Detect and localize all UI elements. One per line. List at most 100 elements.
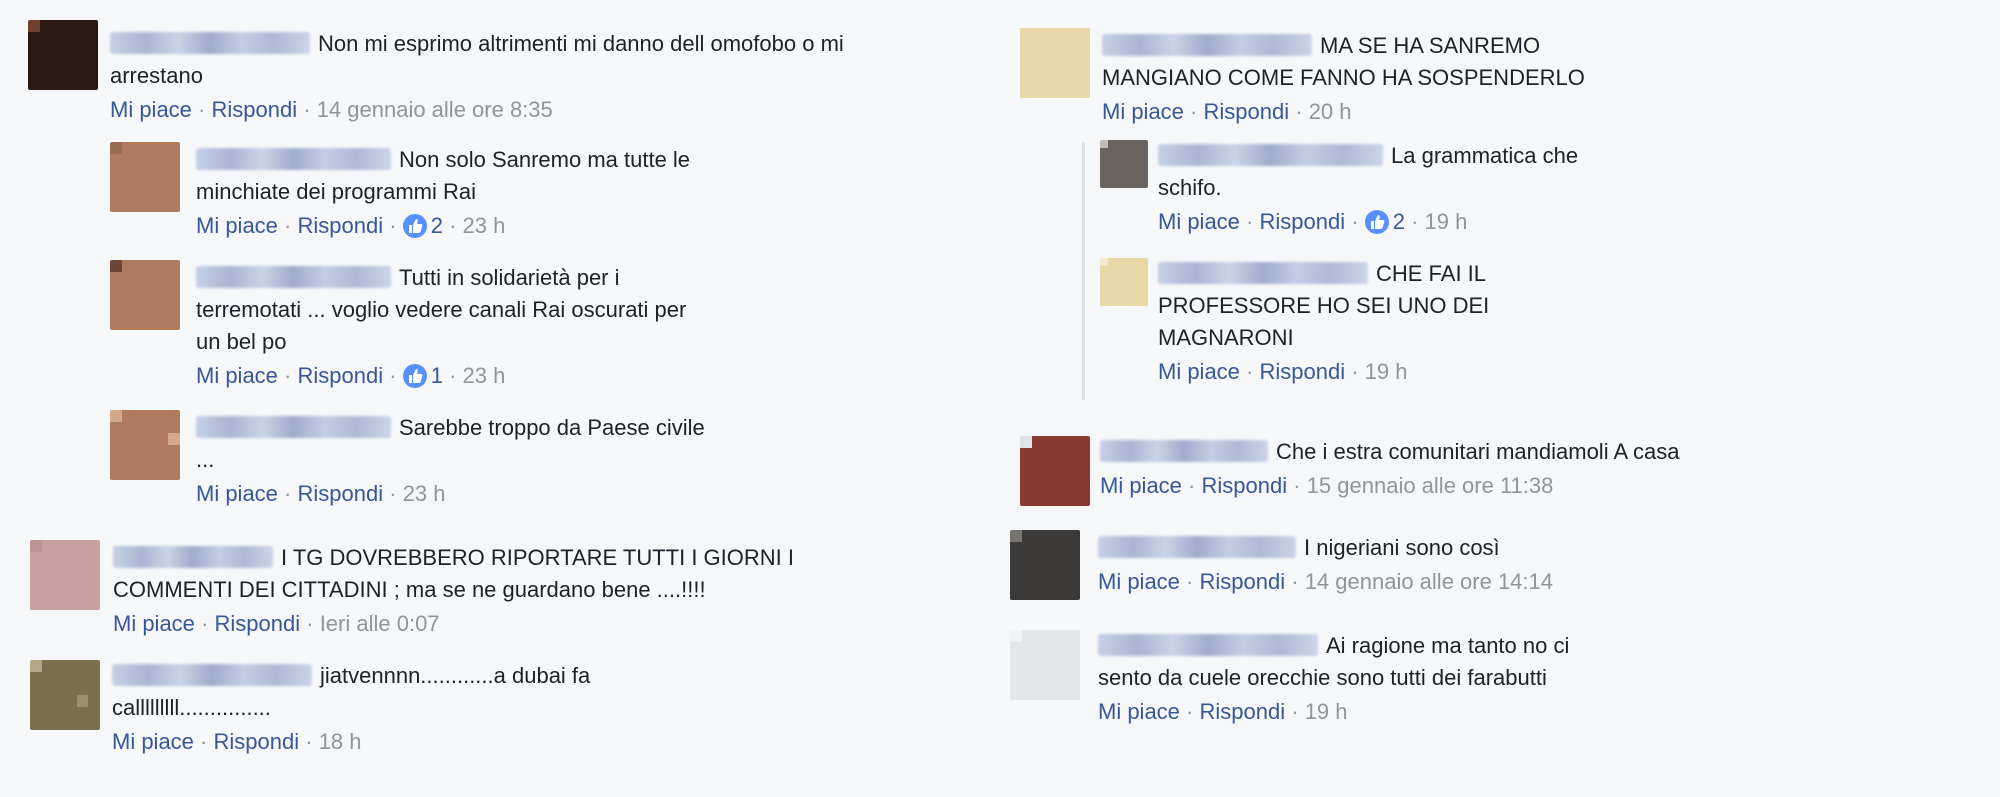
avatar-pixel bbox=[145, 468, 158, 480]
timestamp[interactable]: 19 h bbox=[1305, 699, 1348, 724]
avatar-pixel bbox=[121, 456, 134, 469]
avatar-pixel bbox=[121, 177, 134, 190]
like-link[interactable]: Mi piace bbox=[196, 481, 278, 506]
like-link[interactable]: Mi piace bbox=[112, 729, 194, 754]
reply-link[interactable]: Rispondi bbox=[1202, 473, 1288, 498]
avatar-pixel bbox=[1055, 436, 1068, 449]
avatar-pixel bbox=[30, 598, 43, 610]
commenter-name[interactable] bbox=[1098, 536, 1296, 558]
timestamp[interactable]: 14 gennaio alle ore 14:14 bbox=[1305, 569, 1553, 594]
avatar-pixel bbox=[1031, 482, 1044, 495]
timestamp[interactable]: 15 gennaio alle ore 11:38 bbox=[1307, 473, 1554, 498]
avatar[interactable] bbox=[28, 20, 98, 90]
avatar-pixel bbox=[1056, 541, 1069, 554]
timestamp[interactable]: Ieri alle 0:07 bbox=[320, 611, 440, 636]
reply-link[interactable]: Rispondi bbox=[1200, 569, 1286, 594]
avatar-pixel bbox=[1043, 436, 1056, 449]
avatar-pixel bbox=[28, 78, 41, 90]
reply-link[interactable]: Rispondi bbox=[298, 213, 384, 238]
avatar-pixel bbox=[121, 421, 134, 434]
timestamp[interactable]: 14 gennaio alle ore 8:35 bbox=[317, 97, 553, 122]
avatar-pixel bbox=[88, 540, 100, 553]
like-link[interactable]: Mi piace bbox=[1100, 473, 1182, 498]
avatar[interactable] bbox=[110, 410, 180, 480]
like-link[interactable]: Mi piace bbox=[1158, 209, 1240, 234]
like-link[interactable]: Mi piace bbox=[196, 363, 278, 388]
avatar-pixel bbox=[133, 433, 146, 446]
commenter-name[interactable] bbox=[1102, 34, 1312, 56]
reply-link[interactable]: Rispondi bbox=[214, 729, 300, 754]
commenter-name[interactable] bbox=[1158, 262, 1368, 284]
avatar-pixel bbox=[30, 575, 43, 588]
avatar[interactable] bbox=[30, 660, 100, 730]
avatar[interactable] bbox=[1020, 28, 1090, 98]
avatar[interactable] bbox=[110, 260, 180, 330]
reply-link[interactable]: Rispondi bbox=[1260, 209, 1346, 234]
avatar[interactable] bbox=[110, 142, 180, 212]
like-link[interactable]: Mi piace bbox=[1158, 359, 1240, 384]
reply-link[interactable]: Rispondi bbox=[1200, 699, 1286, 724]
avatar-pixel bbox=[1043, 471, 1056, 484]
like-thumb-icon bbox=[1364, 210, 1389, 234]
avatar-pixel bbox=[110, 295, 123, 308]
avatar-pixel bbox=[88, 586, 100, 599]
like-link[interactable]: Mi piace bbox=[1102, 99, 1184, 124]
avatar-pixel bbox=[168, 177, 180, 190]
commenter-name[interactable] bbox=[113, 546, 273, 568]
avatar[interactable] bbox=[30, 540, 100, 610]
avatar-pixel bbox=[1021, 653, 1034, 666]
like-link[interactable]: Mi piace bbox=[196, 213, 278, 238]
commenter-name[interactable] bbox=[112, 664, 312, 686]
timestamp[interactable]: 20 h bbox=[1309, 99, 1352, 124]
like-link[interactable]: Mi piace bbox=[1098, 699, 1180, 724]
reply-link[interactable]: Rispondi bbox=[1204, 99, 1290, 124]
commenter-name[interactable] bbox=[110, 32, 310, 54]
avatar[interactable] bbox=[1100, 140, 1148, 188]
avatar-pixel bbox=[86, 31, 98, 44]
commenter-name[interactable] bbox=[196, 266, 391, 288]
like-count[interactable]: 1 bbox=[431, 363, 443, 388]
like-count[interactable]: 2 bbox=[431, 213, 443, 238]
timestamp[interactable]: 19 h bbox=[1425, 209, 1468, 234]
timestamp[interactable]: 23 h bbox=[463, 213, 506, 238]
avatar-pixel bbox=[1033, 630, 1046, 643]
avatar[interactable] bbox=[1020, 436, 1090, 506]
avatar-pixel bbox=[30, 706, 43, 719]
reply-link[interactable]: Rispondi bbox=[298, 363, 384, 388]
avatar-pixel bbox=[1020, 28, 1033, 41]
timestamp[interactable]: 18 h bbox=[319, 729, 362, 754]
avatar-pixel bbox=[1068, 588, 1080, 600]
timestamp[interactable]: 23 h bbox=[403, 481, 446, 506]
avatar-pixel bbox=[168, 188, 180, 201]
reply-link[interactable]: Rispondi bbox=[212, 97, 298, 122]
avatar[interactable] bbox=[1010, 630, 1080, 700]
avatar-pixel bbox=[1043, 74, 1056, 87]
reply-link[interactable]: Rispondi bbox=[1260, 359, 1346, 384]
avatar-pixel bbox=[88, 683, 100, 696]
avatar-pixel bbox=[76, 683, 89, 696]
avatar-pixel bbox=[1031, 471, 1044, 484]
reply-link[interactable]: Rispondi bbox=[298, 481, 384, 506]
avatar-pixel bbox=[145, 410, 158, 423]
commenter-name[interactable] bbox=[1100, 440, 1268, 462]
avatar-pixel bbox=[1010, 630, 1023, 643]
commenter-name[interactable] bbox=[1158, 144, 1383, 166]
reply-link[interactable]: Rispondi bbox=[215, 611, 301, 636]
timestamp[interactable]: 23 h bbox=[463, 363, 506, 388]
avatar-pixel bbox=[1020, 471, 1033, 484]
avatar[interactable] bbox=[1100, 258, 1148, 306]
like-link[interactable]: Mi piace bbox=[1098, 569, 1180, 594]
comment-text: arrestano bbox=[110, 63, 203, 88]
like-link[interactable]: Mi piace bbox=[113, 611, 195, 636]
commenter-name[interactable] bbox=[1098, 634, 1318, 656]
avatar-pixel bbox=[110, 410, 123, 423]
avatar[interactable] bbox=[1010, 530, 1080, 600]
avatar-pixel bbox=[1056, 530, 1069, 543]
commenter-name[interactable] bbox=[196, 416, 391, 438]
like-count[interactable]: 2 bbox=[1393, 209, 1405, 234]
timestamp[interactable]: 19 h bbox=[1365, 359, 1408, 384]
commenter-name[interactable] bbox=[196, 148, 391, 170]
avatar-pixel bbox=[168, 456, 180, 469]
avatar-pixel bbox=[74, 20, 87, 33]
like-link[interactable]: Mi piace bbox=[110, 97, 192, 122]
